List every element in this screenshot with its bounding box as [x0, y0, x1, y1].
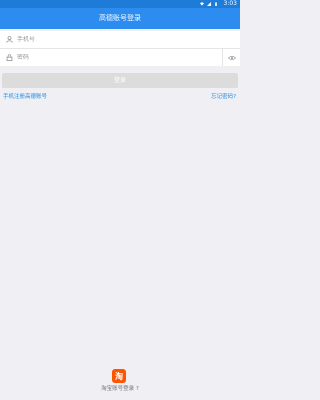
register-link[interactable]: 手机注册高德账号 [3, 92, 47, 100]
lock-icon [4, 53, 14, 63]
battery-icon [215, 2, 217, 6]
page-title: 高德账号登录 [0, 8, 240, 29]
forgot-password-link[interactable]: 忘记密码? [211, 92, 236, 100]
show-password-toggle[interactable] [222, 49, 240, 66]
user-icon [4, 35, 14, 45]
phone-field[interactable] [0, 31, 240, 48]
taobao-icon: 淘 [115, 371, 123, 381]
eye-icon [227, 55, 236, 60]
taobao-logo-button[interactable]: 淘 [112, 369, 126, 383]
taobao-login-label[interactable]: 淘宝账号登录 ? [0, 384, 240, 392]
status-icons [200, 0, 218, 8]
phone-input[interactable] [17, 36, 207, 43]
status-time: 3:03 [223, 0, 237, 7]
password-input[interactable] [17, 54, 207, 61]
status-bar: 3:03 [0, 0, 240, 8]
wifi-icon [200, 2, 204, 6]
signal-icon [207, 2, 211, 6]
login-button[interactable]: 登录 [2, 73, 238, 88]
password-field[interactable] [0, 49, 240, 66]
